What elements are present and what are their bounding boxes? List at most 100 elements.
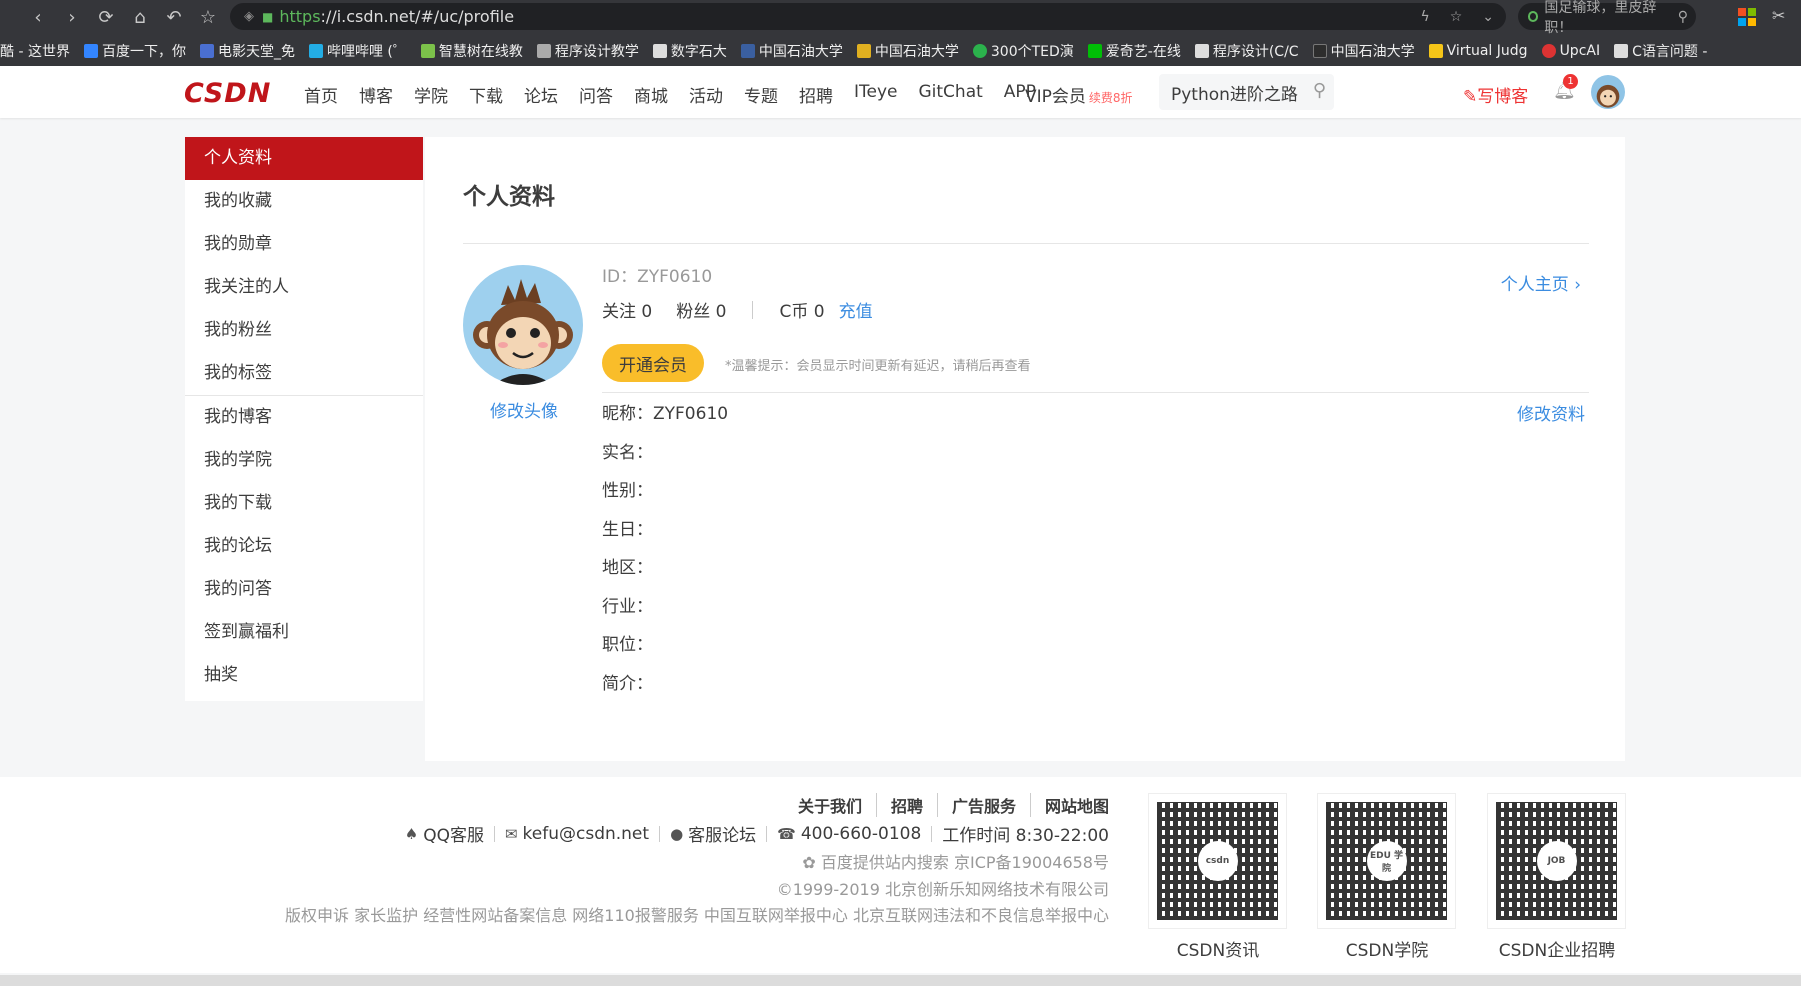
qr-code-academy: EDU 学院 [1317,793,1456,929]
sidebar-item-qa[interactable]: 我的问答 [185,568,423,611]
sidebar-item-favorites[interactable]: 我的收藏 [185,180,423,223]
sidebar-item-tags[interactable]: 我的标签 [185,352,423,395]
site-search-input[interactable]: Python进阶之路 ⚲ [1159,74,1334,110]
nav-link[interactable]: GitChat [919,82,983,107]
bookmark-star-icon[interactable]: ☆ [1450,9,1463,25]
bookmark[interactable]: 程序设计教学 [536,41,639,61]
qr-code-jobs: JOB [1487,793,1626,929]
nav-link[interactable]: 首页 [304,82,338,107]
address-bar[interactable]: ◈ ■ https ://i.csdn.net/#/uc/profile ϟ ☆… [230,3,1506,30]
bookmark[interactable]: 中国石油大学 [856,41,959,61]
bookmark[interactable]: 中国石油大学 [740,41,843,61]
status-bar [0,975,1801,986]
footer-bottom-links[interactable]: 版权申诉 家长监护 经营性网站备案信息 网络110报警服务 中国互联网举报中心 … [285,902,1109,926]
back-icon[interactable]: ‹ [24,3,52,31]
footer-link[interactable]: 关于我们 [798,793,862,817]
bookmark[interactable]: C语言问题 - [1614,41,1707,61]
apps-icon[interactable] [1738,8,1756,26]
browser-search-text: 国足输球，里皮辞职！ [1544,0,1657,36]
sidebar-item-profile[interactable]: 个人资料 [185,137,423,180]
shield-icon: ◈ [244,9,254,24]
sidebar-item-following[interactable]: 我关注的人 [185,266,423,309]
reload-icon[interactable]: ⟳ [92,3,120,31]
user-avatar[interactable] [1591,75,1625,109]
qr-label: CSDN企业招聘 [1498,941,1616,961]
user-stats: 关注 0 粉丝 0 C币 0 充值 [602,297,873,322]
sidebar-item-fans[interactable]: 我的粉丝 [185,309,423,352]
notification-badge: 1 [1563,74,1578,89]
csdn-logo[interactable]: CSDN [184,78,271,109]
bookmark[interactable]: 电影天堂_免 [199,41,295,61]
bookmark[interactable]: 哔哩哔哩 (゜ [308,41,407,61]
footer-link[interactable]: 网站地图 [1029,793,1109,817]
star-icon[interactable]: ☆ [194,3,222,31]
sidebar-item-downloads[interactable]: 我的下载 [185,482,423,525]
work-hours: 工作时间 8:30-22:00 [942,826,1109,846]
bookmark[interactable]: 智慧树在线教 [420,41,523,61]
browser-chrome: ‹ › ⟳ ⌂ ↶ ☆ ◈ ■ https ://i.csdn.net/#/uc… [0,0,1801,66]
nav-link[interactable]: 专题 [744,82,778,107]
fans-stat[interactable]: 粉丝 0 [676,297,726,322]
vip-promo: 续费8折 [1088,91,1133,105]
scissors-icon[interactable]: ✂ [1772,6,1785,26]
bookmark[interactable]: 300个TED演 [972,41,1074,61]
qq-service[interactable]: ♠ QQ客服 [405,821,484,847]
nav-link[interactable]: 问答 [579,82,613,107]
field-nickname: 昵称：ZYF0610 [602,404,729,424]
nav-link[interactable]: 下载 [469,82,503,107]
bookmark[interactable]: 酷 - 这世界 [0,41,70,61]
sidebar-item-lottery[interactable]: 抽奖 [185,654,423,697]
bookmark[interactable]: UpcAI [1541,43,1600,59]
service-forum[interactable]: ● 客服论坛 [670,821,756,847]
nav-link[interactable]: 活动 [689,82,723,107]
divider [463,243,1589,244]
email-link[interactable]: ✉ kefu@csdn.net [505,824,649,844]
footer-link[interactable]: 广告服务 [936,793,1016,817]
bookmark[interactable]: 百度一下，你 [83,41,186,61]
bookmark[interactable]: 数字石大 [652,41,727,61]
user-id: ID：ZYF0610 [602,267,713,287]
nav-link[interactable]: 博客 [359,82,393,107]
divider [752,300,754,319]
forward-icon[interactable]: › [58,3,86,31]
footer-contact: ♠ QQ客服 ✉ kefu@csdn.net ● 客服论坛 ☎ 400-660-0108… [405,821,1109,847]
nav-link[interactable]: 论坛 [524,82,558,107]
sidebar-item-checkin[interactable]: 签到赢福利 [185,611,423,654]
bookmark[interactable]: 程序设计(C/C [1194,41,1299,61]
url-row: ‹ › ⟳ ⌂ ↶ ☆ ◈ ■ https ://i.csdn.net/#/uc… [0,0,1801,36]
vip-tip: *温馨提示：会员显示时间更新有延迟，请稍后再查看 [725,359,1031,374]
follow-stat[interactable]: 关注 0 [602,297,652,322]
vip-link[interactable]: VIP会员 续费8折 [1025,82,1133,107]
nav-link[interactable]: ITeye [854,82,898,107]
qr-label: CSDN资讯 [1176,941,1260,961]
personal-home-link[interactable]: 个人主页 › [1501,270,1581,295]
bookmark[interactable]: 中国石油大学 [1312,41,1415,61]
browser-search[interactable]: 国足输球，里皮辞职！ ⚲ [1518,0,1696,36]
sidebar-item-forum[interactable]: 我的论坛 [185,525,423,568]
undo-icon[interactable]: ↶ [160,3,188,31]
footer-link[interactable]: 招聘 [875,793,923,817]
edit-profile-link[interactable]: 修改资料 [1517,400,1585,425]
write-blog-button[interactable]: ✎写博客 [1463,82,1528,107]
main-nav: 首页 博客 学院 下载 论坛 问答 商城 活动 专题 招聘 ITeye GitC… [304,82,1057,107]
site-header: CSDN 首页 博客 学院 下载 论坛 问答 商城 活动 专题 招聘 ITeye… [0,66,1801,118]
charge-link[interactable]: 充值 [839,297,873,322]
edit-avatar-link[interactable]: 修改头像 [490,397,558,422]
lightning-icon[interactable]: ϟ [1420,9,1429,25]
bookmark[interactable]: 爱奇艺-在线 [1087,41,1181,61]
bookmark[interactable]: Virtual Judg [1428,43,1528,59]
nav-link[interactable]: 商城 [634,82,668,107]
nav-link[interactable]: 招聘 [799,82,833,107]
sidebar-item-medals[interactable]: 我的勋章 [185,223,423,266]
nav-link[interactable]: 学院 [414,82,448,107]
home-icon[interactable]: ⌂ [126,3,154,31]
sidebar-item-blog[interactable]: 我的博客 [185,396,423,439]
phone-icon: ☎ [777,824,796,843]
footer-copyright: ©1999-2019 北京创新乐知网络技术有限公司 [776,880,1109,899]
search-icon[interactable]: ⚲ [1313,80,1326,101]
sidebar-item-academy[interactable]: 我的学院 [185,439,423,482]
profile-avatar[interactable] [463,265,583,385]
chevron-down-icon[interactable]: ⌄ [1482,9,1494,25]
field-region: 地区： [602,558,653,578]
open-vip-button[interactable]: 开通会员 [602,344,704,382]
